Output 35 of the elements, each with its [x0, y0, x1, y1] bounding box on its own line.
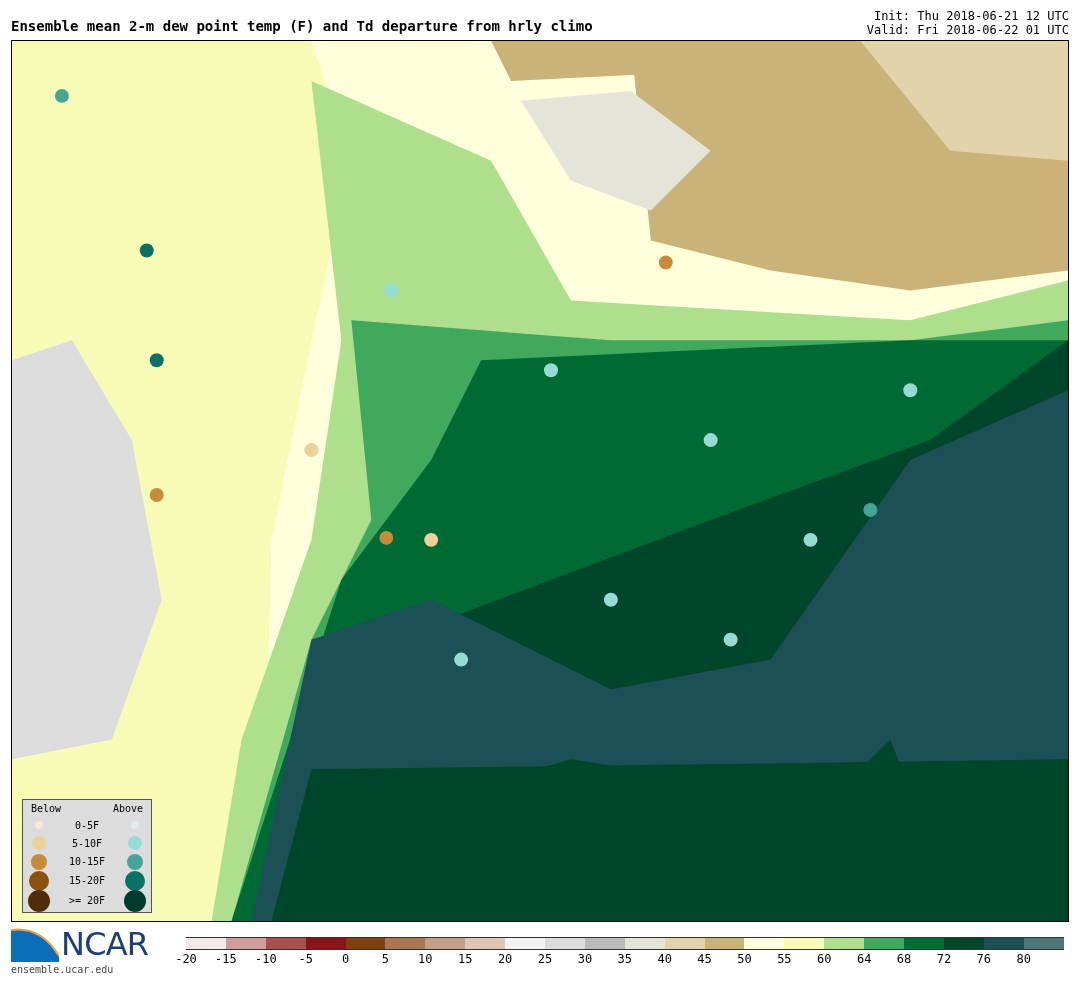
init-time: Init: Thu 2018-06-21 12 UTC — [873, 9, 1069, 23]
colorbar-tick-label: 0 — [341, 951, 350, 968]
colorbar-tick-label: 64 — [856, 951, 872, 968]
legend-label: 0-5F — [74, 818, 100, 833]
legend-label: >= 20F — [68, 894, 106, 909]
swoosh-logo-icon — [11, 926, 59, 962]
colorbar-tick-label: -20 — [175, 951, 197, 968]
valid-time: Valid: Fri 2018-06-22 01 UTC — [866, 23, 1069, 37]
legend-heading: Below — [31, 802, 62, 816]
colorbar-tick-label: 35 — [617, 951, 632, 968]
legend-label: 5-10F — [71, 837, 103, 851]
colorbar-tick-label: 80 — [1016, 951, 1031, 968]
legend-label: 15-20F — [68, 874, 106, 889]
colorbar-tick-label: 15 — [458, 951, 473, 968]
colorbar-tick-label: 5 — [381, 951, 390, 968]
legend-heading: Above — [112, 802, 143, 816]
logo-text: NCAR — [61, 928, 149, 960]
chart-title: Ensemble mean 2-m dew point temp (F) and Td departure from hrly climo — [11, 17, 593, 36]
colorbar-tick-label: 45 — [697, 951, 712, 968]
colorbar-tick-label: 60 — [817, 951, 832, 968]
legend-label: 10-15F — [68, 855, 106, 870]
colorbar-tick-label: 30 — [577, 951, 593, 968]
colorbar-tick-label: 20 — [497, 951, 513, 968]
colorbar-tick-label: -15 — [215, 951, 237, 968]
colorbar-tick-label: 72 — [936, 951, 952, 968]
colorbar-tick-label: -5 — [298, 951, 313, 968]
colorbar-tick-label: 40 — [657, 951, 672, 968]
colorbar-tick-label: 50 — [737, 951, 752, 968]
colorbar-tick-label: 25 — [537, 951, 553, 968]
colorbar-tick-label: -10 — [254, 951, 277, 968]
website-url: ensemble.ucar.edu — [11, 963, 115, 977]
colorbar-tick-label: 55 — [777, 951, 792, 968]
colorbar-tick-label: 10 — [418, 951, 433, 968]
colorbar-tick-label: 76 — [976, 951, 992, 968]
colorbar-tick-label: 68 — [896, 951, 912, 968]
